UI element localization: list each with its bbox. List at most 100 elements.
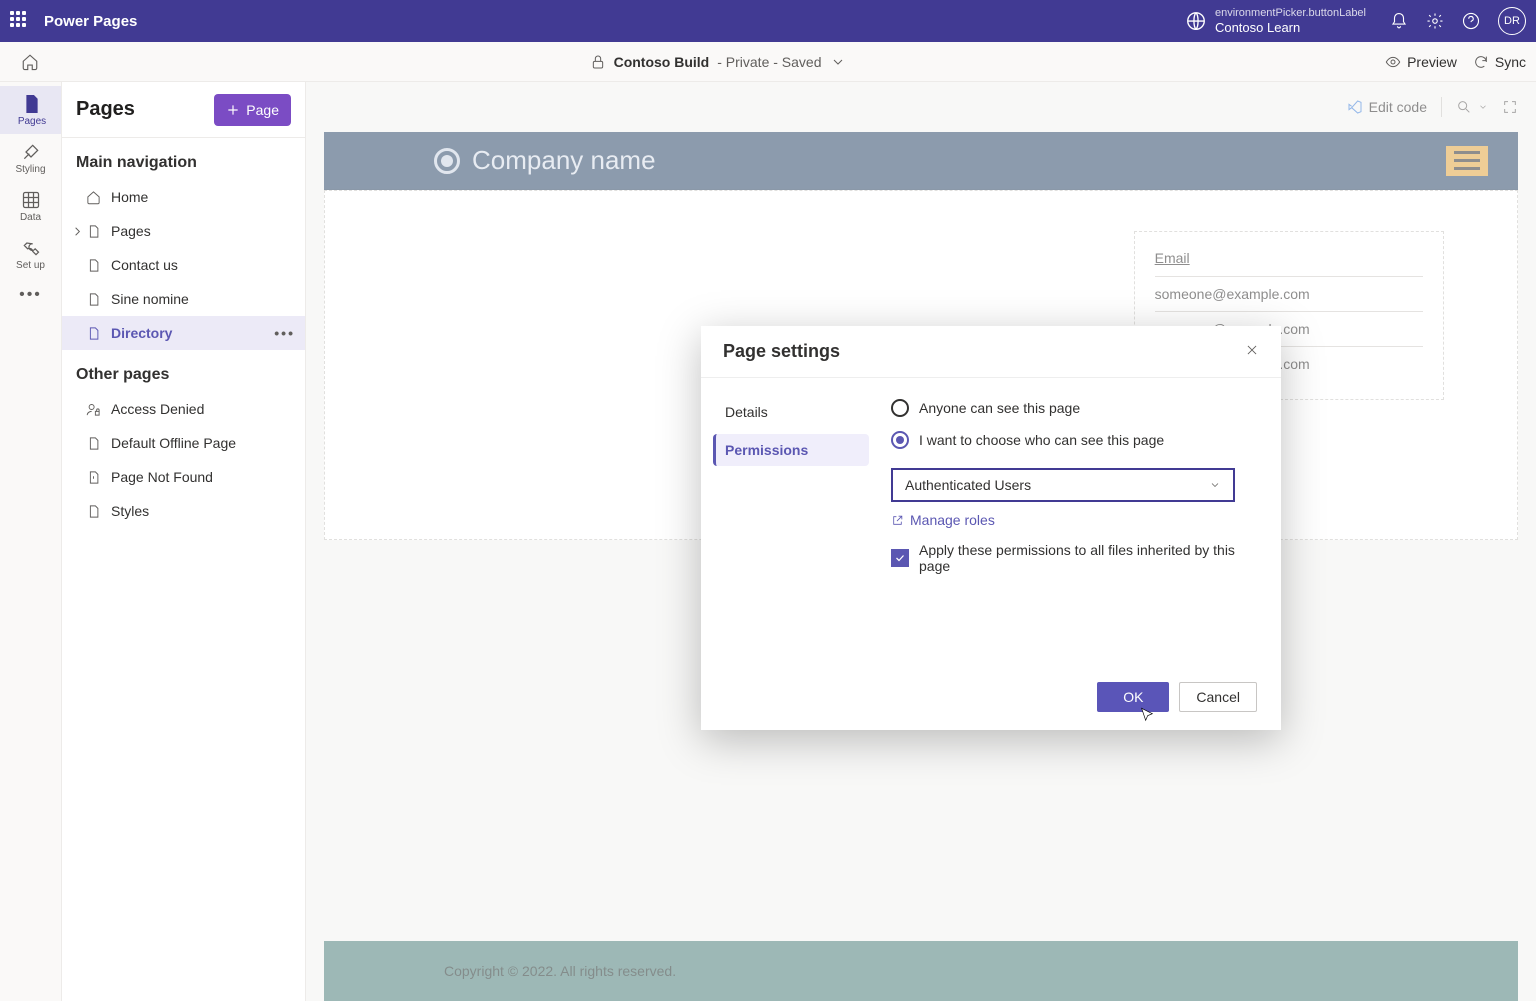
- env-label: environmentPicker.buttonLabel: [1215, 7, 1366, 20]
- radio-choose[interactable]: I want to choose who can see this page: [891, 424, 1257, 456]
- close-button[interactable]: [1245, 343, 1259, 360]
- preview-label: Preview: [1407, 54, 1457, 70]
- lock-icon: [590, 54, 606, 70]
- rail-pages-label: Pages: [18, 116, 46, 127]
- nav-item-directory[interactable]: Directory •••: [62, 316, 305, 350]
- close-icon: [1245, 343, 1259, 357]
- app-launcher-icon[interactable]: [10, 11, 30, 31]
- globe-icon: [1185, 10, 1207, 32]
- tab-details[interactable]: Details: [713, 396, 869, 428]
- page-icon: [86, 224, 101, 239]
- radio-icon: [891, 431, 909, 449]
- rail-data-label: Data: [20, 212, 41, 223]
- product-name[interactable]: Power Pages: [44, 13, 137, 30]
- brush-icon: [21, 142, 41, 162]
- file-icon: [22, 94, 42, 114]
- rail-setup[interactable]: Set up: [0, 230, 61, 278]
- nav-item-contact[interactable]: Contact us: [62, 248, 305, 282]
- canvas: Edit code Company name: [306, 82, 1536, 1001]
- nav-item-label: Sine nomine: [111, 291, 189, 307]
- page-icon: [86, 292, 101, 307]
- grid-icon: [21, 190, 41, 210]
- nav-item-label: Access Denied: [111, 401, 204, 417]
- nav-item-label: Contact us: [111, 257, 178, 273]
- nav-item-label: Default Offline Page: [111, 435, 236, 451]
- home-icon: [86, 190, 101, 205]
- help-icon[interactable]: [1462, 12, 1480, 30]
- chevron-down-icon: [1209, 479, 1221, 491]
- eye-icon: [1385, 54, 1401, 70]
- rail-data[interactable]: Data: [0, 182, 61, 230]
- nav-item-label: Styles: [111, 503, 149, 519]
- sync-icon: [1473, 54, 1489, 70]
- checkbox-icon: [891, 549, 909, 567]
- open-icon: [891, 514, 904, 527]
- other-item-styles[interactable]: Styles: [62, 494, 305, 528]
- roles-select[interactable]: Authenticated Users: [891, 468, 1235, 502]
- plus-icon: [226, 103, 240, 117]
- sync-button[interactable]: Sync: [1473, 54, 1526, 70]
- home-icon: [21, 53, 39, 71]
- sync-label: Sync: [1495, 54, 1526, 70]
- item-more-icon[interactable]: •••: [274, 325, 295, 341]
- apply-permissions-label: Apply these permissions to all files inh…: [919, 542, 1257, 574]
- page-warning-icon: [86, 470, 101, 485]
- page-icon: [86, 436, 101, 451]
- ok-button[interactable]: OK: [1097, 682, 1169, 712]
- rail-styling-label: Styling: [15, 164, 45, 175]
- nav-item-label: Pages: [111, 223, 151, 239]
- nav-item-label: Home: [111, 189, 148, 205]
- nav-item-label: Directory: [111, 325, 172, 341]
- nav-item-sine[interactable]: Sine nomine: [62, 282, 305, 316]
- nav-item-home[interactable]: Home: [62, 180, 305, 214]
- page-icon: [86, 504, 101, 519]
- user-lock-icon: [86, 402, 101, 417]
- environment-picker[interactable]: environmentPicker.buttonLabel Contoso Le…: [1185, 7, 1366, 36]
- other-item-offline[interactable]: Default Offline Page: [62, 426, 305, 460]
- add-page-label: Page: [246, 102, 279, 118]
- chevron-right-icon[interactable]: [70, 224, 85, 239]
- tab-details-label: Details: [725, 404, 768, 420]
- rail-pages[interactable]: Pages: [0, 86, 61, 134]
- page-icon: [86, 326, 101, 341]
- ellipsis-icon: •••: [19, 286, 42, 304]
- apply-permissions-checkbox[interactable]: Apply these permissions to all files inh…: [891, 542, 1257, 574]
- tab-permissions[interactable]: Permissions: [713, 434, 869, 466]
- user-avatar[interactable]: DR: [1498, 7, 1526, 35]
- command-bar: Contoso Build - Private - Saved Preview …: [0, 42, 1536, 82]
- rail-more[interactable]: •••: [0, 278, 61, 312]
- nav-item-label: Page Not Found: [111, 469, 213, 485]
- tab-permissions-label: Permissions: [725, 442, 808, 458]
- other-item-not-found[interactable]: Page Not Found: [62, 460, 305, 494]
- home-button[interactable]: [10, 53, 50, 71]
- gear-icon[interactable]: [1426, 12, 1444, 30]
- radio-choose-label: I want to choose who can see this page: [919, 432, 1164, 448]
- roles-select-value: Authenticated Users: [905, 477, 1031, 493]
- manage-roles-label: Manage roles: [910, 512, 995, 528]
- rail-styling[interactable]: Styling: [0, 134, 61, 182]
- page-settings-dialog: Page settings Details Permissions: [701, 326, 1281, 730]
- preview-button[interactable]: Preview: [1385, 54, 1457, 70]
- chevron-down-icon[interactable]: [830, 54, 846, 70]
- radio-icon: [891, 399, 909, 417]
- site-status: - Private - Saved: [717, 54, 821, 70]
- nav-item-pages[interactable]: Pages: [62, 214, 305, 248]
- main-nav-heading: Main navigation: [62, 138, 305, 180]
- left-rail: Pages Styling Data Set up •••: [0, 82, 62, 1001]
- top-bar: Power Pages environmentPicker.buttonLabe…: [0, 0, 1536, 42]
- other-item-access-denied[interactable]: Access Denied: [62, 392, 305, 426]
- pages-panel: Pages Page Main navigation Home Pages Co…: [62, 82, 306, 1001]
- cancel-button[interactable]: Cancel: [1179, 682, 1257, 712]
- radio-anyone-label: Anyone can see this page: [919, 400, 1080, 416]
- other-pages-heading: Other pages: [62, 350, 305, 392]
- env-name: Contoso Learn: [1215, 20, 1366, 36]
- rail-setup-label: Set up: [16, 260, 45, 271]
- radio-anyone[interactable]: Anyone can see this page: [891, 392, 1257, 424]
- bell-icon[interactable]: [1390, 12, 1408, 30]
- wrench-icon: [21, 238, 41, 258]
- add-page-button[interactable]: Page: [214, 94, 291, 126]
- page-icon: [86, 258, 101, 273]
- pages-panel-title: Pages: [76, 98, 135, 121]
- manage-roles-link[interactable]: Manage roles: [891, 512, 1257, 528]
- dialog-title: Page settings: [723, 341, 840, 362]
